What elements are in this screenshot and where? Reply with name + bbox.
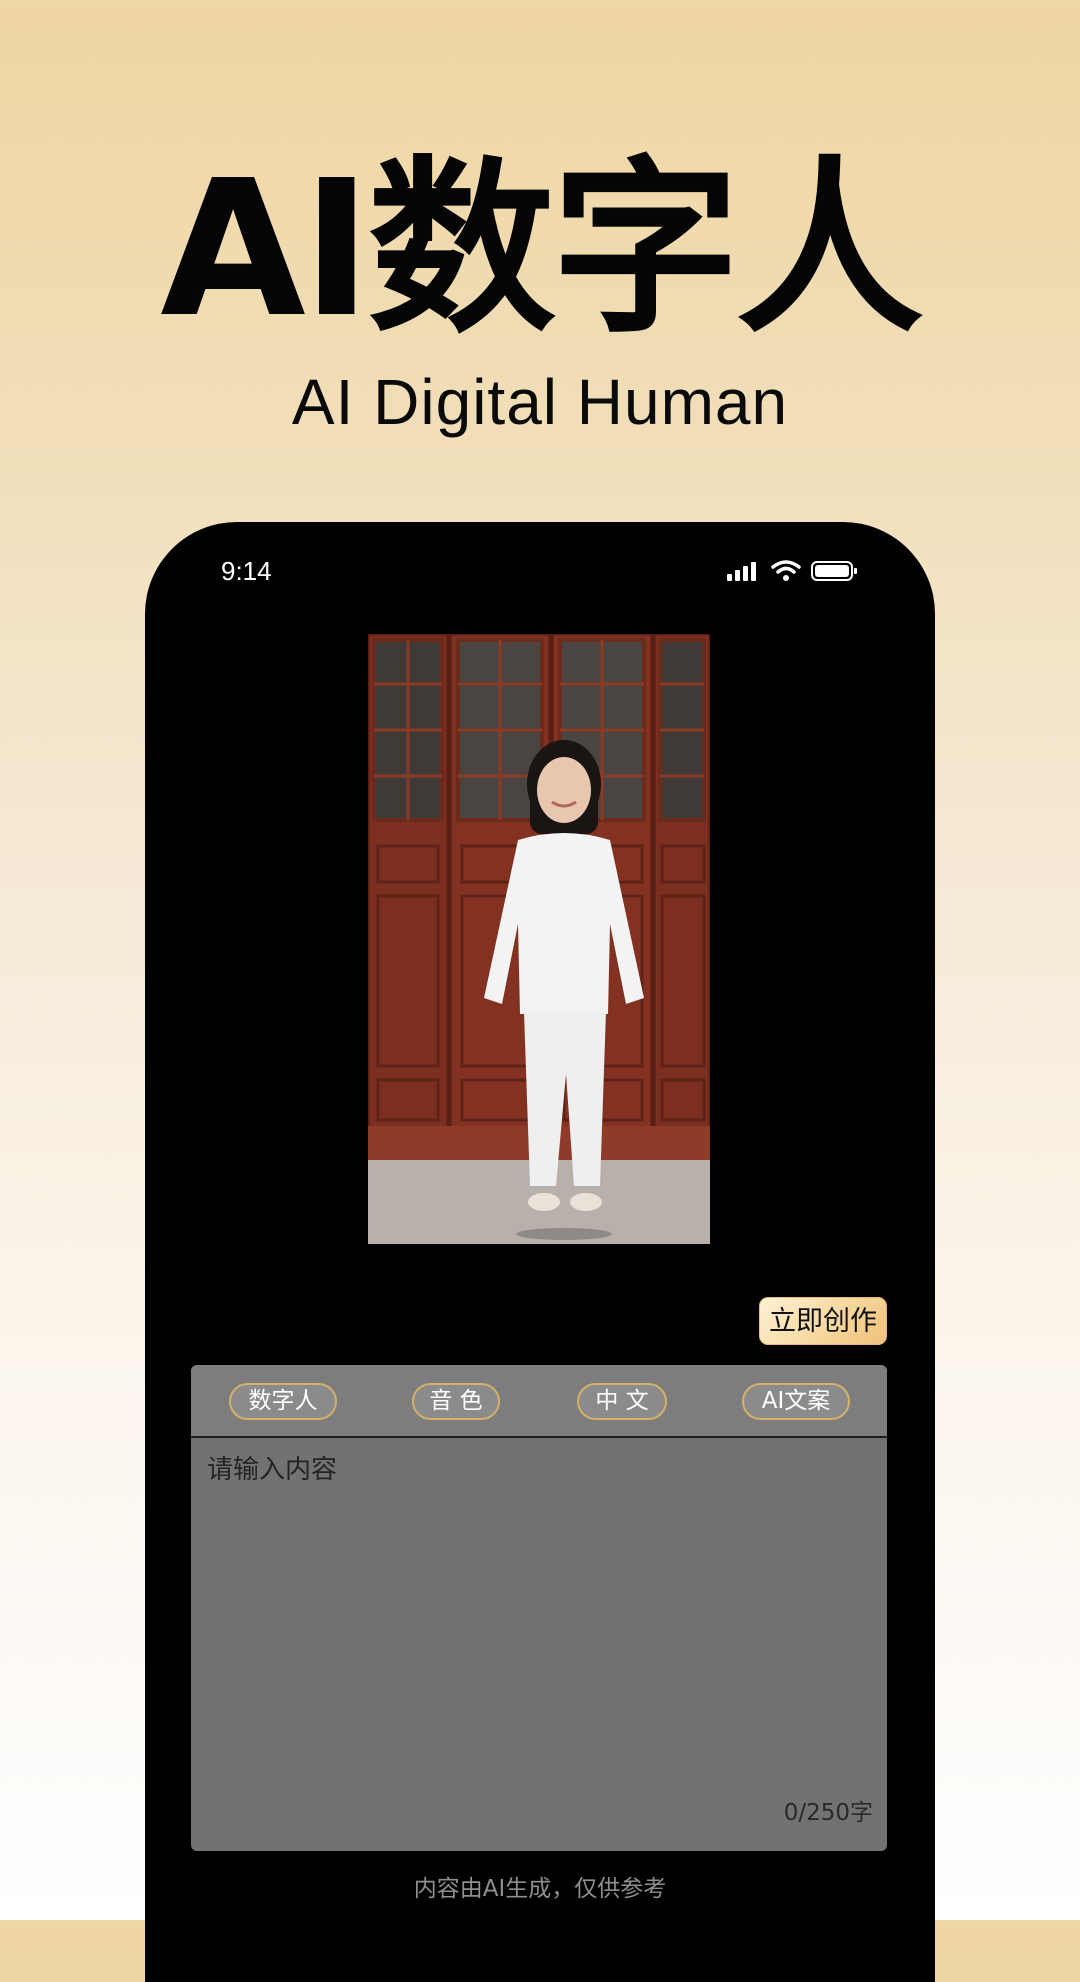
tab-voice[interactable]: 音 色: [412, 1383, 500, 1420]
phone-frame: 9:14 立即创作 数字人 音 色 中 文 AI文案 请输入内容 0/250字 …: [145, 522, 935, 1982]
character-counter: 0/250字: [783, 1800, 873, 1826]
wifi-icon: [771, 560, 801, 587]
editor-toolbar: 数字人 音 色 中 文 AI文案: [191, 1365, 887, 1438]
hero-title: AI数字人: [160, 140, 923, 359]
create-now-button[interactable]: 立即创作: [759, 1297, 887, 1345]
status-time: 9:14: [221, 556, 272, 586]
tab-digital-human[interactable]: 数字人: [229, 1383, 337, 1420]
digital-human-preview-image: [368, 634, 710, 1244]
status-bar: 9:14: [145, 522, 935, 622]
tab-language[interactable]: 中 文: [577, 1383, 667, 1420]
cellular-signal-icon: [727, 560, 761, 587]
status-icons: [727, 560, 859, 587]
tab-ai-copywriting[interactable]: AI文案: [742, 1383, 850, 1420]
battery-icon: [811, 560, 859, 587]
content-input[interactable]: [191, 1438, 887, 1851]
hero-subtitle: AI Digital Human: [291, 366, 789, 438]
editor-panel: 数字人 音 色 中 文 AI文案 0/250字: [191, 1365, 887, 1851]
ai-disclaimer: 内容由AI生成，仅供参考: [413, 1876, 667, 1902]
